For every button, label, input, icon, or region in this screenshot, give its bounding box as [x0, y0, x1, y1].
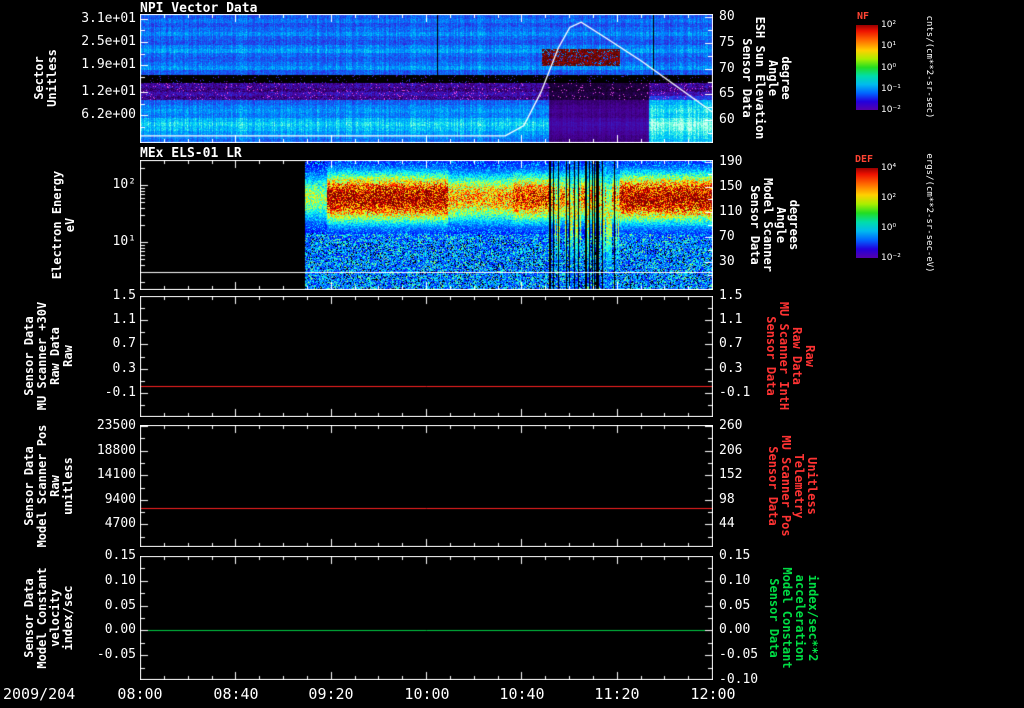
electron-energy-spectrogram	[140, 160, 713, 290]
xaxis-date-label: 2009/204	[3, 685, 76, 703]
xaxis-tick-label: 09:20	[308, 685, 354, 703]
panel5-ytick-left: -0.05	[96, 647, 136, 662]
panel4-ytick-right: 206	[719, 443, 743, 458]
panel1-ytick-left: 1.2e+01	[81, 84, 136, 99]
panel3-ytick-right: -0.1	[719, 385, 751, 400]
panel4-ytick-left: 18800	[96, 443, 136, 458]
panel3-ytick-left: -0.1	[104, 385, 136, 400]
panel2-title: MEx ELS-01 LR	[140, 146, 242, 161]
colorbar2-tick-label: 10²	[881, 193, 897, 203]
panel5-ytick-right: 0.00	[719, 622, 751, 637]
panel2-ytick-right: 110	[719, 204, 743, 219]
panel5-ytick-right: 0.05	[719, 598, 751, 613]
npi-vector-spectrogram	[140, 14, 713, 143]
panel1-ytick-left: 1.9e+01	[81, 57, 136, 72]
xaxis-tick-label: 10:40	[499, 685, 545, 703]
panel5-right-label-line: index/sec**2	[806, 574, 820, 662]
panel1-ylabel: Sector Unitless	[32, 49, 59, 107]
panel4-right-label-line: Unitless	[805, 457, 819, 515]
panel3-ytick-left: 1.5	[112, 288, 136, 303]
panel4-ytick-right: 260	[719, 418, 743, 433]
colorbar1-tick-label: 10²	[881, 20, 897, 30]
panel1-title: NPI Vector Data	[140, 1, 258, 16]
panel1-ytick-right: 60	[719, 112, 735, 127]
def-colorbar-units-text: ergs/(cm**2-sr-sec-eV)	[924, 153, 934, 273]
xaxis-tick-label: 12:00	[690, 685, 736, 703]
panel4-ytick-right: 44	[719, 516, 735, 531]
panel1-ytick-left: 2.5e+01	[81, 34, 136, 49]
xaxis-tick-label: 08:00	[117, 685, 163, 703]
model-constant-velocity-panel	[140, 556, 713, 680]
scanner-pos-panel	[140, 425, 713, 547]
colorbar2-tick-label: 10⁻²	[881, 253, 901, 263]
colorbar1-tick-label: 10⁰	[881, 63, 897, 73]
panel4-ytick-left: 9400	[104, 492, 136, 507]
panel5-ytick-left: 0.10	[104, 573, 136, 588]
panel4-ytick-right: 152	[719, 467, 743, 482]
panel4-right-label-line: Telemetry	[792, 453, 806, 519]
panel1-ytick-right: 70	[719, 61, 735, 76]
panel2-ytick-right: 70	[719, 229, 735, 244]
nf-colorbar-units: cnts/(cm**2-sr-sec)	[924, 16, 934, 119]
panel1-ytick-right: 65	[719, 86, 735, 101]
panel5-ytick-right: 0.10	[719, 573, 751, 588]
panel1-ytick-left: 3.1e+01	[81, 11, 136, 26]
panel3-right-label-line: Raw	[803, 345, 817, 367]
def-colorbar	[856, 168, 878, 258]
panel2-ytick-right: 150	[719, 179, 743, 194]
panel3-ytick-right: 0.3	[719, 361, 743, 376]
panel2-ytick-left: 10¹	[112, 234, 136, 249]
panel1-ytick-right: 80	[719, 9, 735, 24]
panel3-ytick-left: 1.1	[112, 312, 136, 327]
xaxis-tick-label: 08:40	[213, 685, 259, 703]
panel3-ytick-right: 0.7	[719, 336, 743, 351]
xaxis-tick-label: 11:20	[594, 685, 640, 703]
nf-colorbar-title: NF	[857, 11, 870, 22]
panel5-ytick-left: 0.00	[104, 622, 136, 637]
panel1-ytick-left: 6.2e+00	[81, 107, 136, 122]
panel2-ytick-left: 10²	[112, 177, 136, 192]
panel5-ytick-left: 0.05	[104, 598, 136, 613]
colorbar2-tick-label: 10⁴	[881, 163, 897, 173]
telemetry-plot-screen: NPI Vector Data MEx ELS-01 LR Sector Unit…	[0, 0, 1024, 708]
panel4-ytick-left: 23500	[96, 418, 136, 433]
def-colorbar-title: DEF	[855, 154, 874, 165]
panel3-ytick-right: 1.5	[719, 288, 743, 303]
panel3-ytick-left: 0.7	[112, 336, 136, 351]
nf-colorbar	[856, 25, 878, 110]
panel3-ytick-right: 1.1	[719, 312, 743, 327]
panel5-ytick-left: 0.15	[104, 548, 136, 563]
def-colorbar-units: ergs/(cm**2-sr-sec-eV)	[924, 153, 934, 272]
nf-colorbar-units-text: cnts/(cm**2-sr-sec)	[924, 15, 934, 119]
panel1-ylabel-line: Unitless	[45, 49, 59, 107]
panel2-ytick-right: 190	[719, 154, 743, 169]
colorbar1-tick-label: 10¹	[881, 41, 897, 51]
panel1-ytick-right: 75	[719, 35, 735, 50]
colorbar1-tick-label: 10⁻¹	[881, 84, 901, 94]
panel5-ytick-right: -0.05	[719, 647, 759, 662]
panel4-ytick-left: 14100	[96, 467, 136, 482]
panel4-ytick-right: 98	[719, 492, 735, 507]
colorbar2-tick-label: 10⁰	[881, 223, 897, 233]
xaxis-tick-label: 10:00	[404, 685, 450, 703]
panel2-ytick-right: 30	[719, 254, 735, 269]
panel5-right-label-line: acceleration	[793, 574, 807, 662]
mu-scanner-raw-panel	[140, 296, 713, 417]
panel5-ytick-right: 0.15	[719, 548, 751, 563]
colorbar1-tick-label: 10⁻²	[881, 105, 901, 115]
panel3-ytick-left: 0.3	[112, 361, 136, 376]
panel4-ytick-left: 4700	[104, 516, 136, 531]
